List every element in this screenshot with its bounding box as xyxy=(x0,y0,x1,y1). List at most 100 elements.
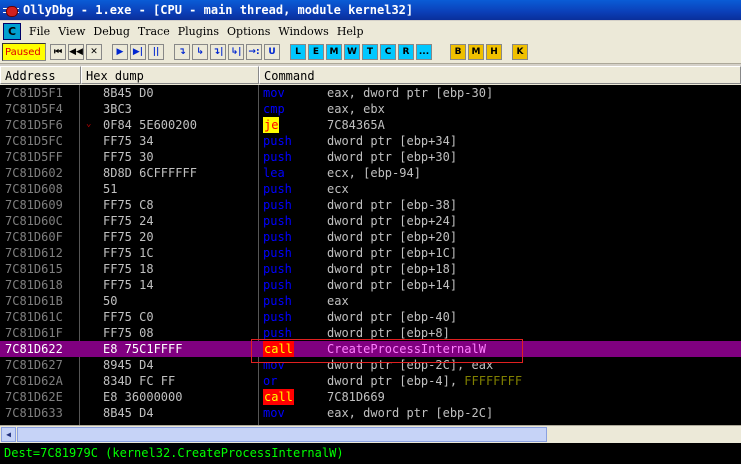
menu-view[interactable]: View xyxy=(54,25,89,38)
disasm-row[interactable]: 7C81D62E E8 36000000 call 7C81D669 xyxy=(0,389,741,405)
log-window-button[interactable]: L xyxy=(290,44,306,60)
row-hex: FF75 18 xyxy=(103,262,154,276)
row-operands: dword ptr [ebp+24] xyxy=(327,213,457,229)
row-mnemonic: push xyxy=(263,230,292,244)
row-mnemonic: push xyxy=(263,278,292,292)
disasm-row[interactable]: 7C81D60F FF75 20 push dword ptr [ebp+20] xyxy=(0,229,741,245)
ollydbg-bug-icon xyxy=(3,3,19,17)
row-operand-text: dword ptr [ebp+14] xyxy=(327,278,458,292)
row-address: 7C81D5F4 xyxy=(5,102,63,116)
disassembly-pane[interactable]: 7C81D5F1 8B45 D0 mov eax, dword ptr [ebp-30… xyxy=(0,85,741,425)
title-bar: OllyDbg - 1.exe - [CPU - main thread, mo… xyxy=(0,0,741,20)
row-address: 7C81D5FC xyxy=(5,134,63,148)
row-hex: FF75 C0 xyxy=(103,310,154,324)
hardware-breakpoints-button[interactable]: H xyxy=(486,44,502,60)
disasm-row[interactable]: 7C81D5F6 0F84 5E600200 ⌄ je 7C84365A xyxy=(0,117,741,133)
row-hex: 3BC3 xyxy=(103,102,132,116)
disasm-row[interactable]: 7C81D609 FF75 C8 push dword ptr [ebp-38] xyxy=(0,197,741,213)
restart-button[interactable]: ◀◀ xyxy=(68,44,84,60)
open-button[interactable]: ⏮ xyxy=(50,44,66,60)
menu-plugins[interactable]: Plugins xyxy=(174,25,223,38)
row-operands: dword ptr [ebp+14] xyxy=(327,277,457,293)
row-operands: ecx, [ebp-94] xyxy=(327,165,421,181)
disasm-row[interactable]: 7C81D5F4 3BC3 cmp eax, ebx xyxy=(0,101,741,117)
command-column-header[interactable]: Command xyxy=(259,66,741,84)
windows-window-button[interactable]: W xyxy=(344,44,360,60)
row-operand-text: dword ptr [ebp+24] xyxy=(327,214,458,228)
scroll-thumb[interactable] xyxy=(17,427,547,442)
row-operand-text: dword ptr [ebp-4], xyxy=(327,374,465,388)
row-operand-text: 7C84365A xyxy=(327,118,385,132)
row-operands: dword ptr [ebp+34] xyxy=(327,133,457,149)
modules-window-button[interactable]: E xyxy=(308,44,324,60)
scroll-left-icon[interactable]: ◀ xyxy=(1,427,16,442)
menu-file[interactable]: File xyxy=(25,25,54,38)
cpu-window-button[interactable]: C xyxy=(380,44,396,60)
disasm-row[interactable]: 7C81D5FC FF75 34 push dword ptr [ebp+34] xyxy=(0,133,741,149)
row-mnemonic: push xyxy=(263,150,292,164)
row-address: 7C81D602 xyxy=(5,166,63,180)
run-thread-button[interactable]: ▶| xyxy=(130,44,146,60)
row-operands: dword ptr [ebp+1C] xyxy=(327,245,457,261)
run-trace-button[interactable]: ... xyxy=(416,44,432,60)
cpu-window-icon[interactable]: C xyxy=(3,22,21,40)
memory-breakpoints-button[interactable]: M xyxy=(468,44,484,60)
row-mnemonic: push xyxy=(263,198,292,212)
trace-over-button[interactable]: ↳| xyxy=(228,44,244,60)
execute-till-return-button[interactable]: →: xyxy=(246,44,262,60)
status-paused: Paused xyxy=(2,43,46,61)
menu-help[interactable]: Help xyxy=(333,25,368,38)
row-operand-text: eax, ebx xyxy=(327,102,385,116)
threads-window-button[interactable]: T xyxy=(362,44,378,60)
row-hex: FF75 14 xyxy=(103,278,154,292)
horizontal-scrollbar[interactable]: ◀ xyxy=(0,425,741,443)
row-mnemonic: push xyxy=(263,134,292,148)
disasm-row[interactable]: 7C81D615 FF75 18 push dword ptr [ebp+18] xyxy=(0,261,741,277)
menu-trace[interactable]: Trace xyxy=(134,25,174,38)
row-operand-text: dword ptr [ebp+8] xyxy=(327,326,450,340)
references-window-button[interactable]: R xyxy=(398,44,414,60)
disasm-row[interactable]: 7C81D608 51 push ecx xyxy=(0,181,741,197)
disasm-row[interactable]: 7C81D60C FF75 24 push dword ptr [ebp+24] xyxy=(0,213,741,229)
disasm-row[interactable]: 7C81D61C FF75 C0 push dword ptr [ebp-40] xyxy=(0,309,741,325)
disasm-row[interactable]: 7C81D612 FF75 1C push dword ptr [ebp+1C] xyxy=(0,245,741,261)
disasm-row[interactable]: 7C81D5FF FF75 30 push dword ptr [ebp+30] xyxy=(0,149,741,165)
pause-button[interactable]: || xyxy=(148,44,164,60)
execute-till-user-code-button[interactable]: U xyxy=(264,44,280,60)
step-over-button[interactable]: ↳ xyxy=(192,44,208,60)
row-operand-text: dword ptr [ebp-40] xyxy=(327,310,458,324)
menu-windows[interactable]: Windows xyxy=(274,25,332,38)
row-mnemonic: push xyxy=(263,294,292,308)
toolbar: Paused ⏮ ◀◀ ✕ ▶ ▶| || ↴ ↳ ↴| ↳| →: U L E… xyxy=(0,41,741,64)
row-operand-text: dword ptr [ebp+30] xyxy=(327,150,458,164)
row-operands: dword ptr [ebp-40] xyxy=(327,309,457,325)
step-into-button[interactable]: ↴ xyxy=(174,44,190,60)
menu-debug[interactable]: Debug xyxy=(89,25,134,38)
menu-options[interactable]: Options xyxy=(223,25,274,38)
row-mnemonic: mov xyxy=(263,86,285,100)
close-button[interactable]: ✕ xyxy=(86,44,102,60)
disasm-row[interactable]: 7C81D618 FF75 14 push dword ptr [ebp+14] xyxy=(0,277,741,293)
row-hex: FF75 34 xyxy=(103,134,154,148)
row-hex: FF75 C8 xyxy=(103,198,154,212)
row-hex: 51 xyxy=(103,182,118,196)
disasm-row[interactable]: 7C81D602 8D8D 6CFFFFFF lea ecx, [ebp-94] xyxy=(0,165,741,181)
disasm-row[interactable]: 7C81D61B 50 push eax xyxy=(0,293,741,309)
row-hex: E8 75C1FFFF xyxy=(103,342,183,356)
disasm-row[interactable]: 7C81D633 8B45 D4 mov eax, dword ptr [ebp-2C… xyxy=(0,405,741,421)
trace-into-button[interactable]: ↴| xyxy=(210,44,226,60)
address-column-header[interactable]: Address xyxy=(0,66,81,84)
row-address: 7C81D627 xyxy=(5,358,63,372)
disasm-row[interactable]: 7C81D62A 834D FC FF or dword ptr [ebp-4], F… xyxy=(0,373,741,389)
row-hex: E8 36000000 xyxy=(103,390,183,404)
memory-window-button[interactable]: M xyxy=(326,44,342,60)
run-button[interactable]: ▶ xyxy=(112,44,128,60)
breakpoints-window-button[interactable]: B xyxy=(450,44,466,60)
call-stack-button[interactable]: K xyxy=(512,44,528,60)
row-address: 7C81D612 xyxy=(5,246,63,260)
row-mnemonic: call xyxy=(263,389,294,405)
row-address: 7C81D609 xyxy=(5,198,63,212)
disasm-row[interactable]: 7C81D5F1 8B45 D0 mov eax, dword ptr [ebp-30… xyxy=(0,85,741,101)
hex-column-header[interactable]: Hex dump xyxy=(81,66,259,84)
row-operand-text: dword ptr [ebp-38] xyxy=(327,198,458,212)
